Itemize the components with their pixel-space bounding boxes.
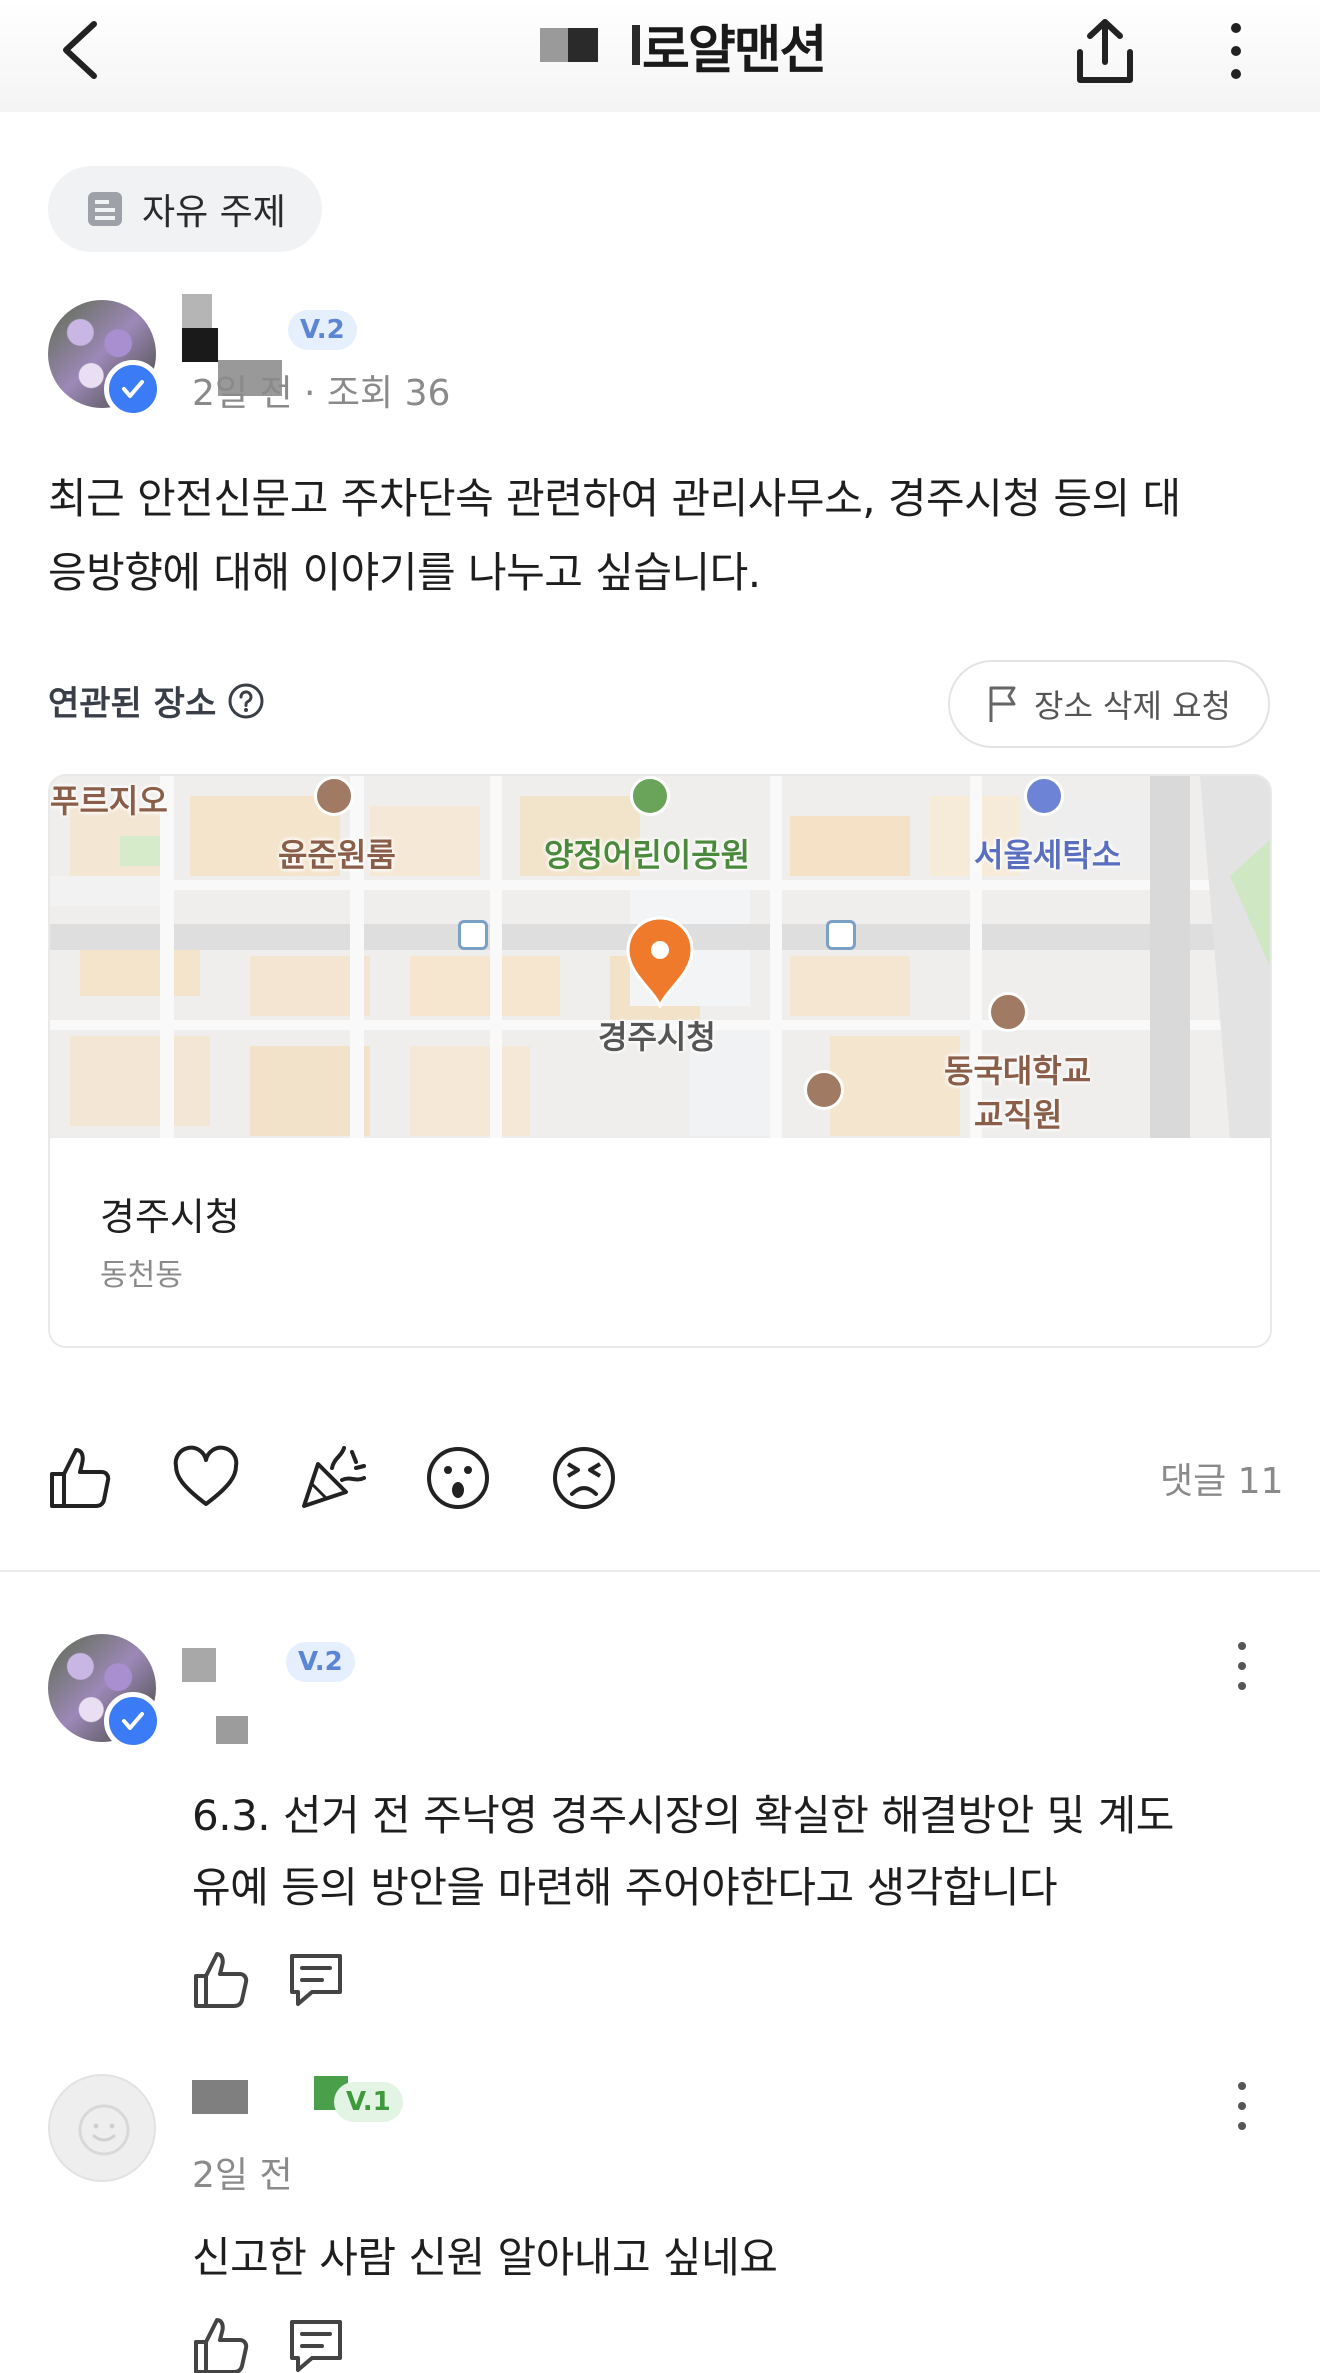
commenter-avatar-default[interactable] (48, 2074, 156, 2182)
redacted-block (540, 28, 568, 62)
thumbs-up-icon[interactable] (192, 1950, 252, 2010)
more-vertical-icon[interactable] (1228, 2076, 1256, 2136)
verified-badge (104, 360, 162, 418)
comment-body: 신고한 사람 신원 알아내고 싶네요 (192, 2222, 778, 2294)
document-icon (88, 192, 122, 226)
comment-line: 유예 등의 방안을 마련해 주어야한다고 생각합니다 (192, 1863, 1058, 1912)
related-place-label: 연관된 장소 (48, 676, 266, 725)
house-icon[interactable] (314, 776, 354, 816)
comment-count[interactable]: 댓글 11 (1160, 1452, 1284, 1504)
related-place-title: 연관된 장소 (48, 684, 217, 724)
map-label: 경주시청 (598, 1018, 716, 1056)
section-divider (0, 1570, 1320, 1572)
post-body: 최근 안전신문고 주차단속 관련하여 관리사무소, 경주시청 등의 대 응방향에… (48, 462, 1278, 610)
delete-request-label: 장소 삭제 요청 (1034, 687, 1231, 725)
redacted-name (182, 328, 218, 362)
map-label: 교직원 (974, 1096, 1063, 1134)
more-vertical-icon[interactable] (1228, 1636, 1256, 1696)
smiley-avatar-icon (78, 2104, 130, 2156)
party-popper-icon[interactable] (298, 1444, 366, 1512)
post-meta: 2일 전 · 조회 36 (192, 373, 451, 414)
commenter-level-badge: V.2 (286, 1642, 355, 1682)
post-body-line: 최근 안전신문고 주차단속 관련하여 관리사무소, 경주시청 등의 대 (48, 474, 1181, 523)
house-icon[interactable] (988, 992, 1028, 1032)
redacted-name (182, 294, 212, 328)
map-label: 동국대학교 (944, 1052, 1092, 1090)
map-view[interactable]: 푸르지오 윤준원룸 양정어린이공원 서울세탁소 경주시청 동국대학교 교직원 (50, 776, 1270, 1138)
check-icon (122, 1712, 144, 1730)
redacted-name (182, 1648, 216, 1682)
redacted-name (216, 1716, 248, 1744)
map-label: 푸르지오 (50, 782, 168, 820)
redacted-block (568, 28, 598, 62)
check-icon (122, 380, 144, 398)
heart-icon[interactable] (172, 1444, 240, 1512)
bus-stop-icon[interactable] (826, 920, 856, 950)
topic-label: 자유 주제 (142, 192, 286, 233)
commenter-level-badge: V.1 (334, 2082, 403, 2122)
map-label: 서울세탁소 (974, 836, 1122, 874)
page-title: 로얄맨션 (642, 20, 827, 81)
map-label: 윤준원룸 (278, 836, 396, 874)
back-chevron-icon[interactable] (56, 18, 106, 82)
share-icon[interactable] (1068, 14, 1142, 88)
redacted-name (192, 2080, 248, 2114)
comment-line: 신고한 사람 신원 알아내고 싶네요 (192, 2233, 778, 2282)
post-body-line: 응방향에 대해 이야기를 나누고 싶습니다. (48, 548, 761, 597)
thumbs-up-icon[interactable] (46, 1444, 114, 1512)
topic-chip[interactable]: 자유 주제 (48, 166, 322, 252)
place-name: 경주시청 (100, 1195, 240, 1239)
redacted-block (632, 25, 640, 65)
flag-icon (989, 686, 1016, 722)
park-icon[interactable] (630, 776, 670, 816)
angry-face-icon[interactable] (550, 1444, 618, 1512)
comment-line: 6.3. 선거 전 주낙영 경주시장의 확실한 해결방안 및 계도 (192, 1791, 1174, 1840)
thumbs-up-icon[interactable] (192, 2316, 252, 2373)
place-card[interactable]: 푸르지오 윤준원룸 양정어린이공원 서울세탁소 경주시청 동국대학교 교직원 경… (48, 774, 1272, 1348)
help-circle-icon[interactable] (226, 681, 266, 721)
bus-stop-icon[interactable] (458, 920, 488, 950)
more-vertical-icon[interactable] (1216, 14, 1256, 88)
house-icon[interactable] (804, 1070, 844, 1110)
top-app-bar: 로얄맨션 (0, 0, 1320, 112)
delete-place-request-button[interactable]: 장소 삭제 요청 (948, 660, 1270, 748)
author-level-badge: V.2 (288, 310, 357, 350)
map-label: 양정어린이공원 (544, 836, 751, 874)
page-title-group: 로얄맨션 (540, 10, 827, 81)
verified-badge (104, 1692, 162, 1750)
reply-icon[interactable] (286, 1950, 346, 2010)
comment-body: 6.3. 선거 전 주낙영 경주시장의 확실한 해결방안 및 계도 유예 등의 … (192, 1780, 1174, 1924)
reply-icon[interactable] (286, 2316, 346, 2373)
surprised-face-icon[interactable] (424, 1444, 492, 1512)
location-pin-icon[interactable] (624, 916, 696, 1008)
laundry-icon[interactable] (1024, 776, 1064, 816)
comment-time: 2일 전 (192, 2155, 293, 2196)
place-area: 동천동 (100, 1258, 183, 1293)
